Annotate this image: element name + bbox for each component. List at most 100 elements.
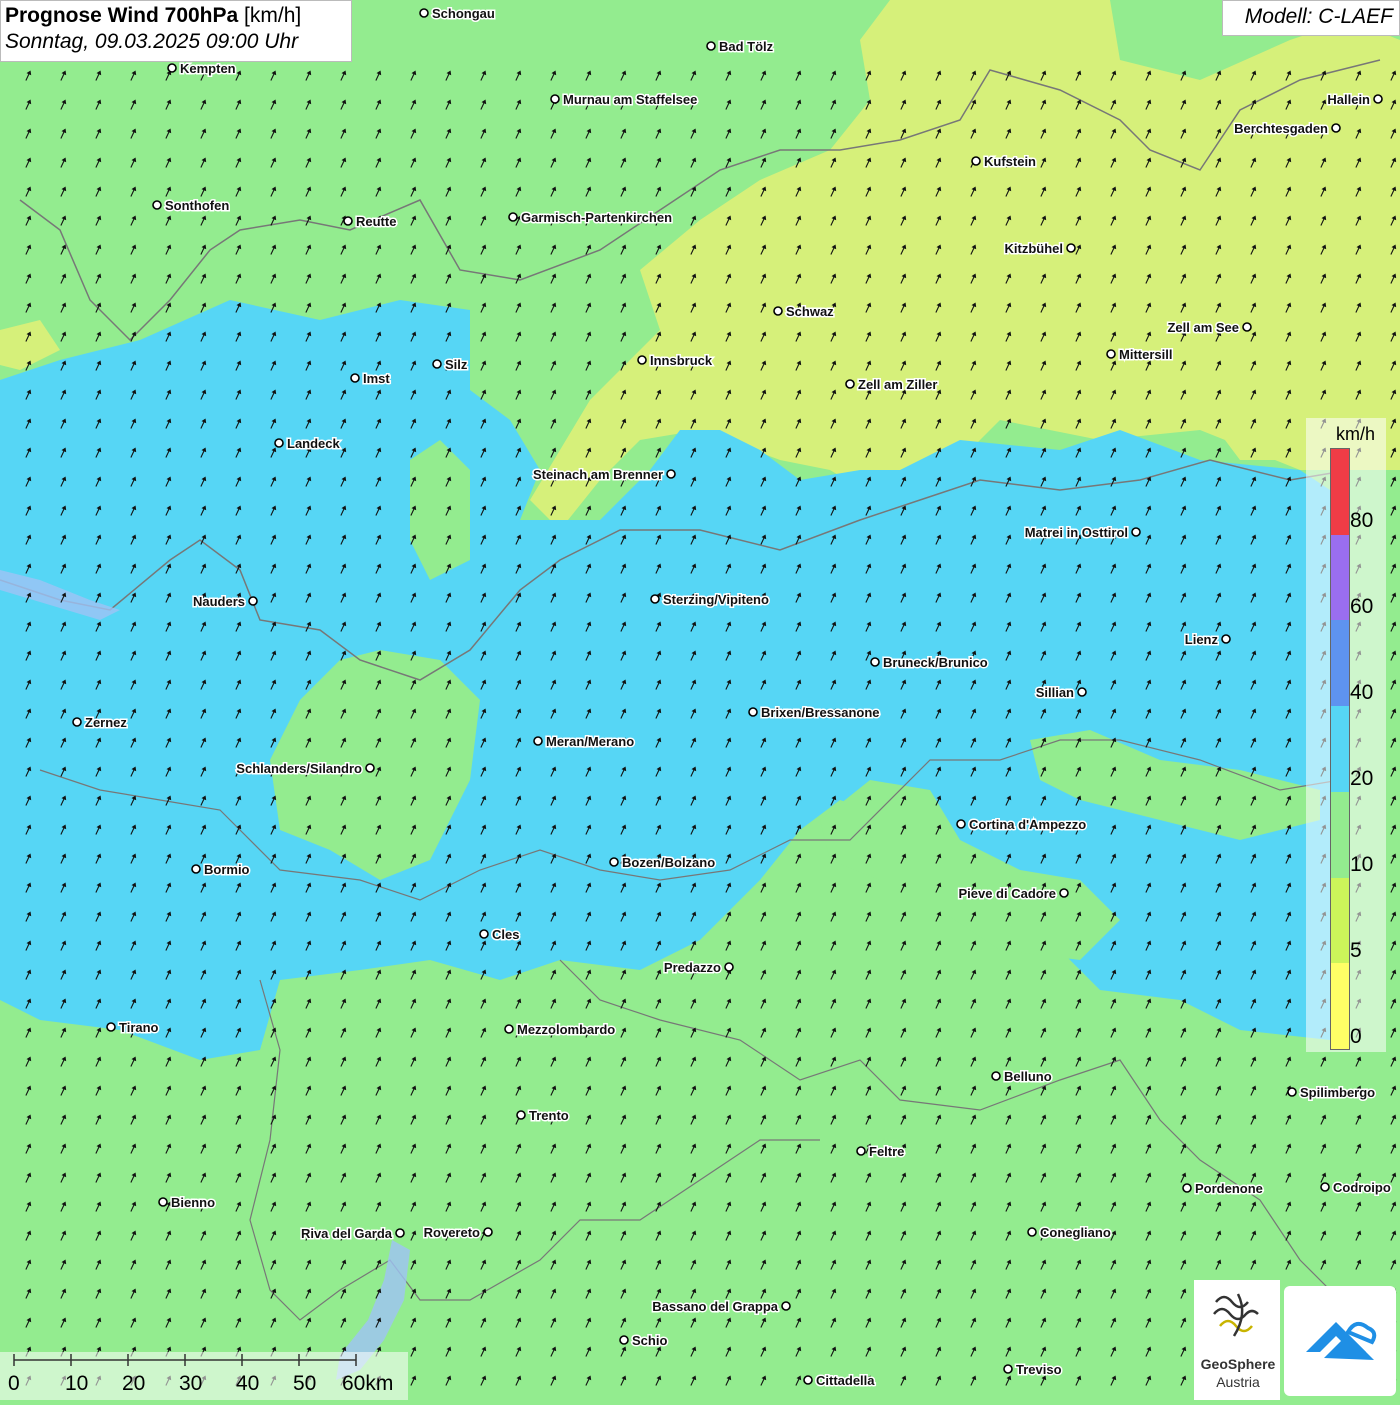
city-marker: Spilimbergo — [1287, 1084, 1377, 1102]
city-dot — [1331, 123, 1341, 133]
city-dot — [991, 1071, 1001, 1081]
city-marker: Bassano del Grappa — [651, 1298, 791, 1316]
city-dot — [803, 1375, 813, 1385]
city-dot — [274, 438, 284, 448]
city-dot — [432, 359, 442, 369]
city-label: Berchtesgaden — [1234, 121, 1328, 136]
city-dot — [365, 763, 375, 773]
city-dot — [1242, 322, 1252, 332]
city-marker: Cortina d'Ampezzo — [956, 816, 1088, 834]
app-logo-icon — [1306, 1321, 1377, 1360]
scale-label: 0 — [8, 1372, 20, 1395]
forecast-time: Sonntag, 09.03.2025 09:00 Uhr — [5, 30, 299, 53]
city-dot — [158, 1197, 168, 1207]
city-dot — [1221, 634, 1231, 644]
city-marker: Bruneck/Brunico — [870, 654, 989, 672]
scale-label: 60km — [342, 1372, 394, 1395]
city-label: Schio — [632, 1333, 667, 1348]
legend-tick-label: 80 — [1350, 509, 1374, 532]
city-marker: Murnau am Staffelsee — [550, 91, 699, 109]
legend-tick-label: 40 — [1350, 681, 1374, 704]
city-label: Pieve di Cadore — [958, 886, 1056, 901]
city-label: Schongau — [432, 6, 495, 21]
city-label: Mezzolombardo — [517, 1022, 615, 1037]
legend-segment — [1331, 706, 1349, 792]
city-dot — [856, 1146, 866, 1156]
city-marker: Matrei in Osttirol — [1023, 524, 1141, 542]
legend-segment — [1331, 449, 1349, 535]
legend-color-bar — [1330, 448, 1350, 1050]
city-marker: Mezzolombardo — [504, 1021, 617, 1039]
city-label: Matrei in Osttirol — [1025, 525, 1128, 540]
legend-tick-label: 5 — [1350, 939, 1362, 962]
city-dot — [1320, 1182, 1330, 1192]
legend-tick-label: 20 — [1350, 767, 1374, 790]
city-dot — [395, 1228, 405, 1238]
city-label: Imst — [363, 371, 390, 386]
city-label: Schwaz — [786, 304, 834, 319]
city-dot — [419, 8, 429, 18]
city-label: Schlanders/Silandro — [236, 761, 362, 776]
legend-unit: km/h — [1336, 424, 1376, 444]
city-label: Steinach am Brenner — [533, 467, 663, 482]
city-label: Bozen/Bolzano — [622, 855, 715, 870]
scale-label: 40 — [236, 1372, 260, 1395]
city-dot — [1373, 94, 1383, 104]
city-dot — [650, 594, 660, 604]
legend-segment — [1331, 877, 1349, 964]
city-dot — [167, 63, 177, 73]
city-label: Bormio — [204, 862, 250, 877]
city-marker: Sonthofen — [152, 197, 231, 215]
city-marker: Schlanders/Silandro — [235, 760, 375, 778]
city-dot — [1059, 888, 1069, 898]
city-label: Hallein — [1327, 92, 1370, 107]
city-dot — [1131, 527, 1141, 537]
city-label: Riva del Garda — [301, 1226, 393, 1241]
city-label: Cortina d'Ampezzo — [969, 817, 1086, 832]
city-dot — [248, 596, 258, 606]
city-dot — [773, 306, 783, 316]
city-label: Codroipo — [1333, 1180, 1391, 1195]
city-marker: Brixen/Bressanone — [748, 704, 881, 722]
city-dot — [706, 41, 716, 51]
city-marker: Schongau — [419, 5, 496, 23]
city-label: Nauders — [193, 594, 245, 609]
city-label: Belluno — [1004, 1069, 1052, 1084]
city-label: Meran/Merano — [546, 734, 634, 749]
scale-label: 30 — [179, 1372, 203, 1395]
city-label: Tirano — [119, 1020, 159, 1035]
geosphere-country: Austria — [1216, 1374, 1260, 1390]
city-dot — [479, 929, 489, 939]
city-label: Sonthofen — [165, 198, 229, 213]
city-label: Pordenone — [1195, 1181, 1263, 1196]
city-marker: Meran/Merano — [533, 733, 636, 751]
city-label: Sillian — [1036, 685, 1074, 700]
city-dot — [508, 212, 518, 222]
city-dot — [152, 200, 162, 210]
scale-label: 20 — [122, 1372, 146, 1395]
wind-map[interactable]: Schongau Bad Tölz Kempten Murnau am Staffel… — [0, 0, 1400, 1400]
city-marker: Zell am Ziller — [845, 376, 939, 394]
city-dot — [191, 864, 201, 874]
city-dot — [504, 1024, 514, 1034]
map-title: Prognose Wind 700hPa [km/h] — [5, 4, 347, 28]
city-label: Feltre — [869, 1144, 904, 1159]
scale-label: 50 — [293, 1372, 317, 1395]
city-marker: Steinach am Brenner — [531, 466, 676, 484]
city-dot — [1066, 243, 1076, 253]
city-dot — [550, 94, 560, 104]
city-dot — [533, 736, 543, 746]
city-dot — [956, 819, 966, 829]
legend-segment — [1331, 791, 1349, 878]
city-label: Murnau am Staffelsee — [563, 92, 697, 107]
scale-label: 10 — [65, 1372, 89, 1395]
legend-tick-label: 10 — [1350, 853, 1374, 876]
title-box: Prognose Wind 700hPa [km/h] Sonntag, 09.… — [0, 0, 352, 62]
city-label: Zell am See — [1167, 320, 1239, 335]
city-label: Cittadella — [816, 1373, 875, 1388]
city-dot — [748, 707, 758, 717]
app-logo[interactable] — [1284, 1286, 1396, 1396]
legend-segment — [1331, 963, 1349, 1049]
city-marker: Conegliano — [1027, 1224, 1112, 1242]
city-dot — [609, 857, 619, 867]
